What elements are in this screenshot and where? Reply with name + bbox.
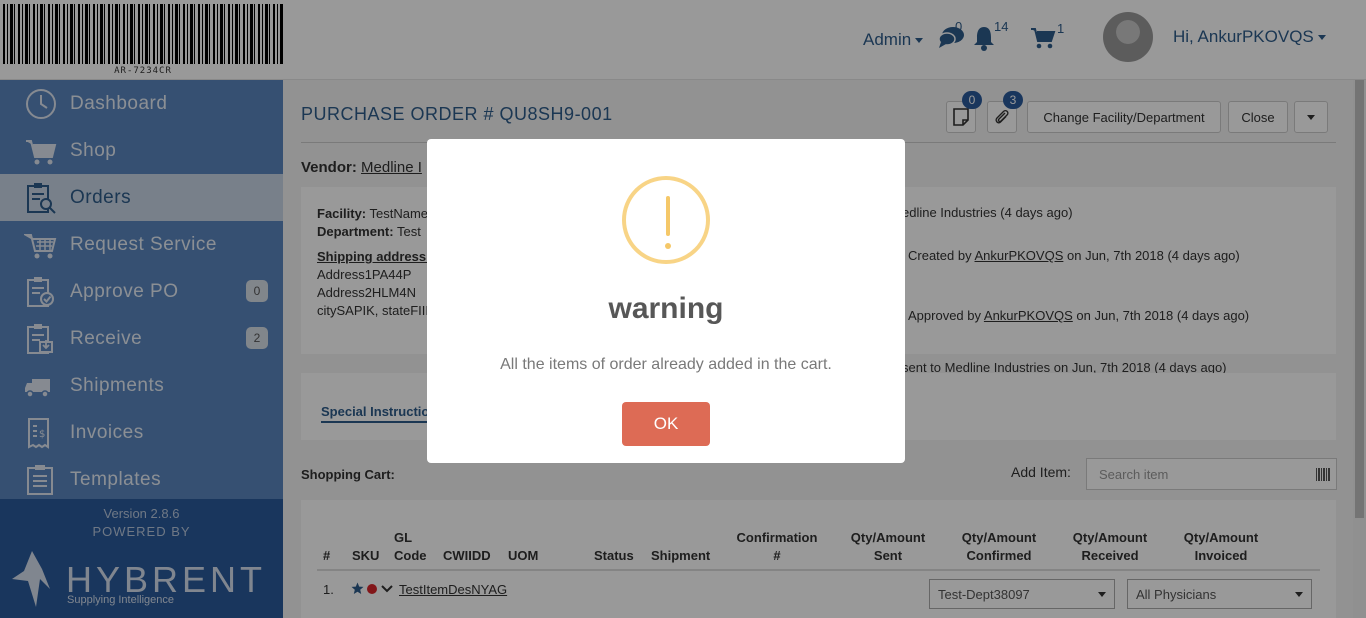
warning-icon-bar — [666, 196, 670, 236]
ok-button[interactable]: OK — [622, 402, 710, 446]
dialog-title: warning — [608, 292, 724, 325]
warning-dialog: warning All the items of order already a… — [427, 139, 905, 463]
warning-icon — [622, 176, 710, 264]
dialog-message: All the items of order already added in … — [500, 356, 832, 373]
warning-icon-dot — [665, 243, 671, 249]
